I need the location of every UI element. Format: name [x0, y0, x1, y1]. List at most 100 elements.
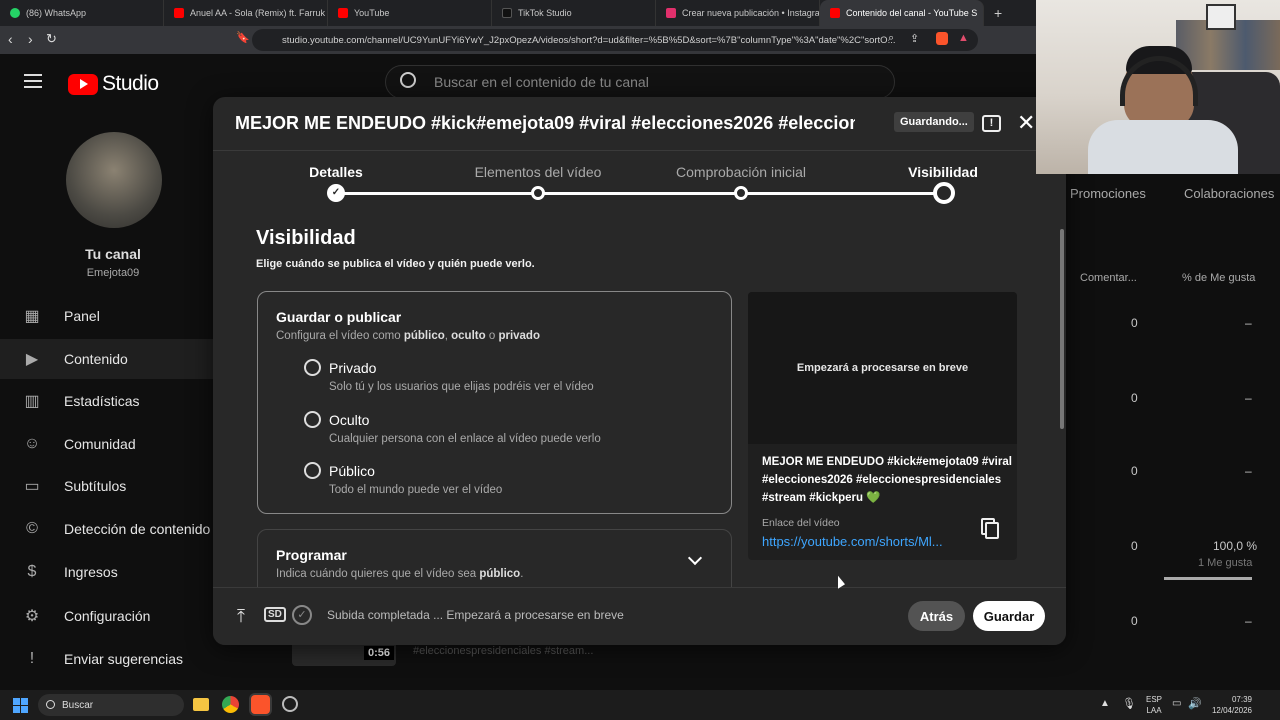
settings-icon: ⚙ [24, 608, 40, 625]
close-tab-icon[interactable]: ✕ [983, 7, 984, 20]
upload-status: Subida completada ... Empezará a procesa… [327, 608, 624, 622]
studio-logo[interactable]: Studio [68, 72, 159, 96]
tab-tiktok[interactable]: TikTok Studio [492, 0, 656, 26]
close-icon[interactable]: ✕ [1017, 110, 1035, 136]
option-public-desc: Todo el mundo puede ver el vídeo [329, 484, 503, 496]
windows-taskbar: Buscar ▲ 🎙 ESP LAA ▭ 🔊 07:39 12/04/2026 [0, 690, 1280, 720]
sidebar-item-feedback[interactable]: ! Enviar sugerencias [0, 639, 226, 679]
chrome-icon[interactable] [222, 696, 239, 713]
back-icon[interactable]: ‹ [8, 31, 13, 47]
step-elements[interactable]: Elementos del vídeo [448, 164, 628, 180]
file-explorer-icon[interactable] [193, 698, 209, 711]
radio-unlisted[interactable] [304, 411, 321, 428]
taskbar-search[interactable]: Buscar [38, 694, 184, 716]
radio-public[interactable] [304, 462, 321, 479]
sidebar-item-community[interactable]: ☺ Comunidad [0, 424, 226, 464]
analytics-icon: ▥ [24, 393, 40, 410]
step-visibility[interactable]: Visibilidad [853, 164, 1033, 180]
tab-music[interactable]: Anuel AA - Sola (Remix) ft. Farruk [164, 0, 328, 26]
menu-icon[interactable] [24, 74, 42, 88]
row-likes: – [1245, 464, 1252, 478]
zoom-icon[interactable]: ⌕ [888, 32, 894, 45]
row-comments: 0 [1131, 316, 1138, 330]
tiktok-icon [502, 8, 512, 18]
copyright-icon: © [26, 520, 38, 537]
section-heading: Visibilidad [256, 227, 356, 249]
brave-shield-icon[interactable] [936, 32, 948, 45]
clock[interactable]: 07:39 12/04/2026 [1210, 694, 1252, 716]
channel-handle: Emejota09 [86, 267, 140, 279]
app-icon[interactable] [282, 696, 298, 712]
dialog-header: MEJOR ME ENDEUDO #kick#emejota09 #viral … [213, 97, 1066, 151]
tab-studio[interactable]: Contenido del canal - YouTube S✕ [820, 0, 984, 26]
preview-video-title: MEJOR ME ENDEUDO #kick#emejota09 #viral … [762, 456, 1012, 504]
save-button[interactable]: Guardar [973, 601, 1045, 631]
radio-private[interactable] [304, 359, 321, 376]
mic-icon[interactable]: 🎙 [1122, 697, 1136, 710]
step-checks[interactable]: Comprobación inicial [651, 164, 831, 180]
dashboard-icon: ▦ [24, 308, 40, 325]
volume-icon[interactable]: 🔊 [1188, 697, 1202, 710]
sidebar-item-settings[interactable]: ⚙ Configuración [0, 596, 226, 636]
video-preview[interactable]: Empezará a procesarse en breve [748, 292, 1017, 444]
visibility-dialog: MEJOR ME ENDEUDO #kick#emejota09 #viral … [213, 97, 1066, 645]
link-label: Enlace del vídeo [762, 517, 840, 529]
search-input[interactable]: Buscar en el contenido de tu canal [385, 65, 895, 99]
sidebar-item-analytics[interactable]: ▥ Estadísticas [0, 381, 226, 421]
option-unlisted-label[interactable]: Oculto [329, 412, 369, 428]
rewards-icon[interactable]: ▲ [958, 32, 969, 44]
card-description: Configura el vídeo como público, oculto … [276, 330, 540, 342]
share-icon[interactable]: ⇪ [910, 32, 919, 45]
sidebar-item-subtitles[interactable]: ▭ Subtítulos [0, 466, 226, 506]
row-comments: 0 [1131, 391, 1138, 405]
channel-avatar[interactable] [66, 132, 162, 228]
tab-promotions[interactable]: Promociones [1070, 186, 1146, 201]
tab-youtube[interactable]: YouTube [328, 0, 492, 26]
tab-instagram[interactable]: Crear nueva publicación • Instagram [656, 0, 820, 26]
row-comments: 0 [1131, 614, 1138, 628]
sidebar-item-panel[interactable]: ▦ Panel [0, 296, 226, 336]
sidebar-item-copyright[interactable]: © Detección de contenido [0, 509, 226, 549]
video-duration: 0:56 [364, 646, 395, 660]
option-public-label[interactable]: Público [329, 463, 375, 479]
tab-collaborations[interactable]: Colaboraciones [1184, 186, 1274, 201]
new-tab-button[interactable]: + [994, 5, 1002, 21]
sidebar-item-earn[interactable]: $ Ingresos [0, 552, 226, 592]
visibility-section: Visibilidad Elige cuándo se publica el v… [256, 227, 1046, 270]
language-indicator[interactable]: ESP LAA [1146, 694, 1162, 716]
network-icon[interactable]: ▭ [1172, 698, 1181, 709]
column-comments[interactable]: Comentar... [1080, 272, 1137, 284]
webcam-overlay [1036, 0, 1280, 174]
copy-icon[interactable] [985, 522, 999, 539]
feedback-icon[interactable]: ! [982, 115, 1001, 132]
bookmark-icon[interactable]: 🔖 [236, 31, 250, 44]
option-private-desc: Solo tú y los usuarios que elijas podréi… [329, 381, 594, 393]
reload-icon[interactable]: ↻ [46, 31, 57, 47]
tray-chevron-icon[interactable]: ▲ [1100, 698, 1110, 709]
section-subheading: Elige cuándo se publica el vídeo y quién… [256, 258, 535, 270]
person-shirt [1088, 120, 1238, 174]
back-button[interactable]: Atrás [908, 601, 965, 631]
windows-start-icon[interactable] [13, 698, 28, 713]
column-likes[interactable]: % de Me gusta [1182, 272, 1255, 284]
url-field[interactable]: studio.youtube.com/channel/UC9YunUFYi6Yw… [252, 29, 978, 51]
sidebar-item-content[interactable]: ▶ Contenido [0, 339, 226, 379]
whatsapp-icon [10, 8, 20, 18]
dialog-scrollbar[interactable] [1060, 229, 1064, 429]
brave-icon[interactable] [251, 695, 270, 714]
step-details[interactable]: Detalles [246, 164, 426, 180]
option-private-label[interactable]: Privado [329, 360, 376, 376]
instagram-icon [666, 8, 676, 18]
youtube-icon [338, 8, 348, 18]
tab-whatsapp[interactable]: (86) WhatsApp [0, 0, 164, 26]
upload-icon[interactable]: ⤒ [237, 606, 245, 627]
chevron-down-icon[interactable] [687, 550, 703, 566]
video-preview-card: Empezará a procesarse en breve MEJOR ME … [748, 292, 1017, 560]
row-likes: – [1245, 316, 1252, 330]
video-link[interactable]: https://youtube.com/shorts/Ml... [762, 534, 962, 549]
forward-icon[interactable]: › [28, 31, 33, 47]
card-title: Guardar o publicar [276, 309, 402, 325]
row-comments: 0 [1131, 539, 1138, 553]
likes-bar [1164, 577, 1252, 580]
community-icon: ☺ [23, 435, 41, 452]
